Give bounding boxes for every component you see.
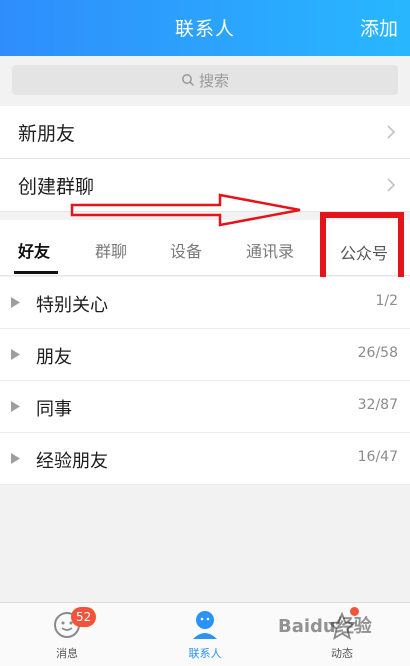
tab-address-book[interactable]: 通讯录 [246,238,294,262]
friend-groups-list: 特别关心 1/2 朋友 26/58 同事 32/87 经验朋友 16/47 [0,277,410,485]
search-input[interactable]: 搜索 [12,65,398,95]
group-count: 1/2 [375,293,398,309]
nav-messages[interactable]: 52 消息 [27,603,107,666]
new-friends-row[interactable]: 新朋友 [0,106,410,159]
add-button[interactable]: 添加 [360,14,398,41]
nav-label: 消息 [56,647,78,660]
group-count: 26/58 [357,345,398,361]
tab-groups[interactable]: 群聊 [95,238,127,262]
group-count: 16/47 [357,449,398,465]
group-name: 朋友 [36,347,72,368]
contacts-person-icon [193,611,217,639]
search-placeholder: 搜索 [198,71,229,90]
tab-friends[interactable]: 好友 [18,238,50,262]
page-title: 联系人 [174,18,235,40]
group-row[interactable]: 经验朋友 16/47 [0,433,410,485]
menu-label: 新朋友 [18,122,76,145]
expand-triangle-icon [11,297,20,308]
nav-label: 联系人 [188,647,222,660]
group-row[interactable]: 朋友 26/58 [0,329,410,381]
annotation-highlight-box [320,212,404,286]
expand-triangle-icon [11,349,20,360]
search-area: 搜索 [0,56,410,106]
app-header: 联系人 添加 [0,0,410,56]
expand-triangle-icon [11,453,20,464]
tab-devices[interactable]: 设备 [170,238,202,262]
group-row[interactable]: 特别关心 1/2 [0,277,410,329]
group-name: 经验朋友 [36,451,108,472]
group-row[interactable]: 同事 32/87 [0,381,410,433]
watermark: Baidu经验 [278,616,372,637]
chevron-right-icon [387,125,396,139]
expand-triangle-icon [11,401,20,412]
annotation-arrow [70,193,301,227]
search-icon [182,74,195,87]
group-name: 同事 [36,399,72,420]
active-tab-indicator [14,271,58,274]
nav-contacts[interactable]: 联系人 [165,603,245,666]
contacts-screen: 联系人 添加 搜索 新朋友 创建群聊 好友 群聊 设备 通讯录 公众号 特别关心… [0,0,410,666]
unread-badge: 52 [71,607,97,627]
group-name: 特别关心 [36,295,108,316]
nav-label: 动态 [331,647,353,660]
chevron-right-icon [387,178,396,192]
group-count: 32/87 [357,397,398,413]
